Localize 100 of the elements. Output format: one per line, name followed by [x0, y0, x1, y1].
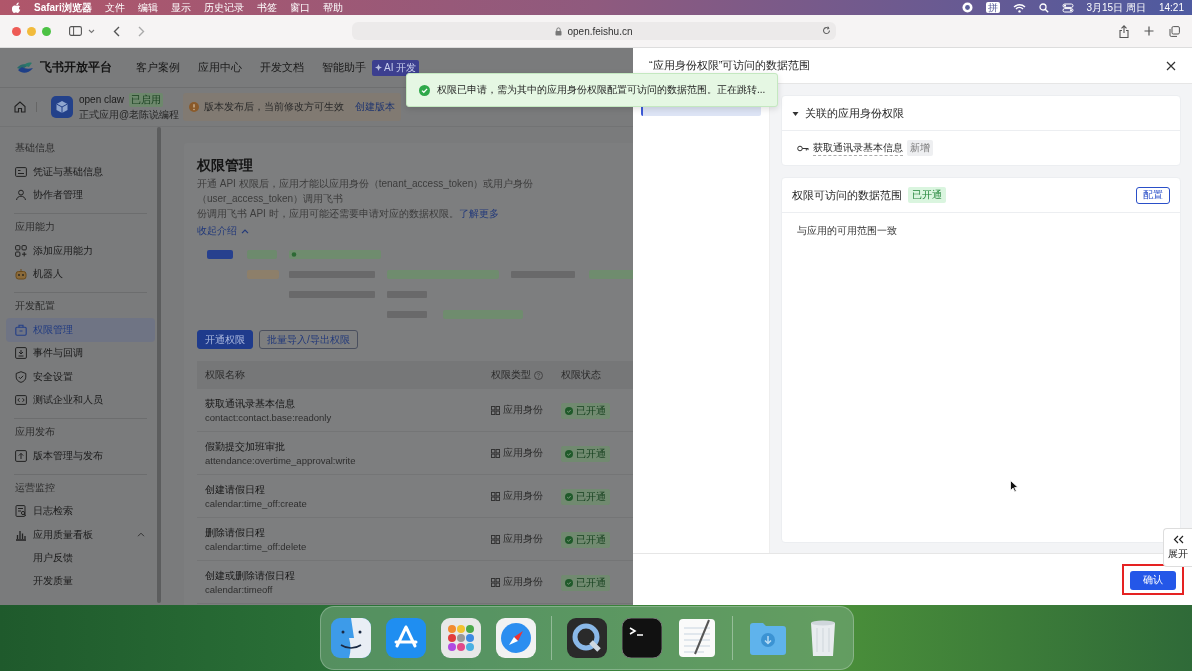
document-search-icon [15, 505, 27, 518]
address-field[interactable]: open.feishu.cn [352, 22, 836, 40]
text-editor-icon[interactable] [677, 618, 717, 658]
share-icon[interactable] [1119, 24, 1129, 38]
check-circle-icon [565, 450, 573, 458]
status-badge: 已开通 [561, 532, 610, 548]
learn-more-link[interactable]: 了解更多 [458, 208, 499, 219]
mouse-cursor-icon [1010, 480, 1018, 492]
reload-icon[interactable] [822, 26, 831, 35]
nav-link[interactable]: 智能助手 [322, 60, 366, 75]
back-icon[interactable] [113, 25, 120, 37]
sidebar-item[interactable]: 协作者管理 [6, 183, 155, 207]
nav-link[interactable]: 开发文档 [260, 60, 304, 75]
permission-name: 删除请假日程 [205, 525, 266, 540]
create-version-link[interactable]: 创建版本 [355, 100, 395, 114]
window-close-button[interactable] [12, 26, 21, 36]
wifi-icon[interactable] [1012, 2, 1026, 13]
caret-down-icon[interactable] [792, 109, 799, 117]
permission-scope: attendance:overtime_approval:write [205, 453, 357, 467]
menu-bar-clock[interactable]: 14:21 [1158, 2, 1184, 13]
menu-item[interactable]: 帮助 [322, 0, 343, 15]
section-heading: 开发配置 [14, 299, 56, 313]
sidebar-item[interactable]: 开发质量 [6, 569, 155, 593]
collapse-link[interactable]: 收起介绍 [197, 224, 249, 238]
brand-logo-icon[interactable] [16, 60, 34, 75]
page-title: 权限管理 [197, 156, 254, 175]
nav-link[interactable]: 客户案例 [136, 60, 180, 75]
menu-item[interactable]: 窗口 [289, 0, 310, 15]
menu-item[interactable]: 历史记录 [203, 0, 244, 15]
app-store-icon[interactable] [386, 618, 426, 658]
sidebar-item[interactable]: 用户反馈 [6, 546, 155, 570]
nav-link[interactable]: 应用中心 [198, 60, 242, 75]
search-icon[interactable] [1038, 2, 1049, 13]
robot-icon [15, 268, 27, 281]
launchpad-icon[interactable] [441, 618, 481, 658]
check-circle-icon [419, 84, 430, 96]
sidebar-item[interactable]: 事件与回调 [6, 341, 155, 365]
menu-item[interactable]: 文件 [104, 0, 125, 15]
chevron-down-icon[interactable] [88, 28, 95, 34]
ai-badge[interactable]: AI 开发 [372, 59, 420, 76]
sidebar-item[interactable]: 添加应用能力 [6, 239, 155, 263]
apple-menu-icon[interactable] [12, 2, 21, 13]
sidebar-item[interactable]: 机器人 [6, 262, 155, 286]
sidebar-item[interactable]: 权限管理 [6, 318, 155, 342]
column-header: 权限状态 [561, 368, 602, 382]
sidebar-item[interactable]: 凭证与基础信息 [6, 160, 155, 184]
new-tab-icon[interactable] [1144, 26, 1154, 36]
menu-item[interactable]: Safari浏览器 [34, 0, 92, 15]
media-player-icon[interactable] [567, 618, 607, 658]
close-icon[interactable] [1166, 60, 1176, 71]
permission-scope: calendar:time_off:delete [205, 539, 308, 553]
expand-tab[interactable]: 展开 [1163, 528, 1192, 567]
terminal-icon[interactable] [622, 618, 662, 658]
menu-bar-date[interactable]: 3月15日 周日 [1086, 0, 1146, 15]
app-cube-icon [51, 96, 73, 118]
sidebar-item[interactable]: 安全设置 [6, 365, 155, 389]
code-icon [15, 394, 27, 407]
chevron-up-icon[interactable] [137, 532, 145, 538]
confirm-button[interactable]: 确认 [1130, 570, 1176, 590]
card-title: 权限可访问的数据范围 [792, 187, 902, 203]
double-chevron-left-icon [1172, 534, 1184, 544]
permission-name: 获取通讯录基本信息 [205, 396, 296, 411]
menu-item[interactable]: 书签 [256, 0, 277, 15]
shield-icon [15, 370, 27, 383]
forward-icon[interactable] [138, 25, 145, 37]
check-circle-icon [565, 407, 573, 415]
control-center-icon[interactable] [1061, 2, 1074, 13]
lock-icon [555, 26, 563, 36]
menu-item[interactable]: 编辑 [137, 0, 158, 15]
sidebar-item[interactable]: 应用质量看板 [6, 523, 155, 547]
record-icon[interactable] [961, 2, 973, 13]
tabs-icon[interactable] [1169, 25, 1180, 37]
column-header: 权限类型 [491, 368, 561, 382]
brand-name[interactable]: 飞书开放平台 [40, 59, 112, 76]
enable-permission-button[interactable]: 开通权限 [197, 330, 253, 349]
id-card-icon [15, 165, 27, 178]
inbox-icon [15, 347, 27, 360]
permission-name: 创建请假日程 [205, 482, 266, 497]
warning-icon [189, 102, 199, 112]
permission-type: 应用身份 [503, 532, 543, 546]
home-icon[interactable] [14, 101, 26, 113]
sidebar-item[interactable]: 测试企业和人员 [6, 388, 155, 412]
sidebar-item[interactable]: 版本管理与发布 [6, 444, 155, 468]
status-tag: 已启用 [129, 92, 164, 107]
input-method-indicator[interactable]: 拼 [985, 2, 1000, 13]
finder-icon[interactable] [331, 618, 371, 658]
sidebar-item[interactable]: 日志检索 [6, 499, 155, 523]
status-badge: 已开通 [561, 489, 610, 505]
import-export-button[interactable]: 批量导入/导出权限 [259, 330, 358, 349]
status-tag: 已开通 [908, 187, 946, 203]
permission-name[interactable]: 获取通讯录基本信息 [813, 140, 903, 156]
configure-button[interactable]: 配置 [1136, 186, 1170, 204]
permission-type: 应用身份 [503, 403, 543, 417]
permission-type: 应用身份 [503, 575, 543, 589]
menu-item[interactable]: 显示 [170, 0, 191, 15]
column-header: 权限名称 [204, 368, 246, 382]
compass-icon[interactable] [496, 618, 536, 658]
sidebar-icon[interactable] [69, 26, 82, 36]
check-circle-icon [565, 493, 573, 501]
permission-name: 假勤提交加班审批 [205, 439, 286, 454]
